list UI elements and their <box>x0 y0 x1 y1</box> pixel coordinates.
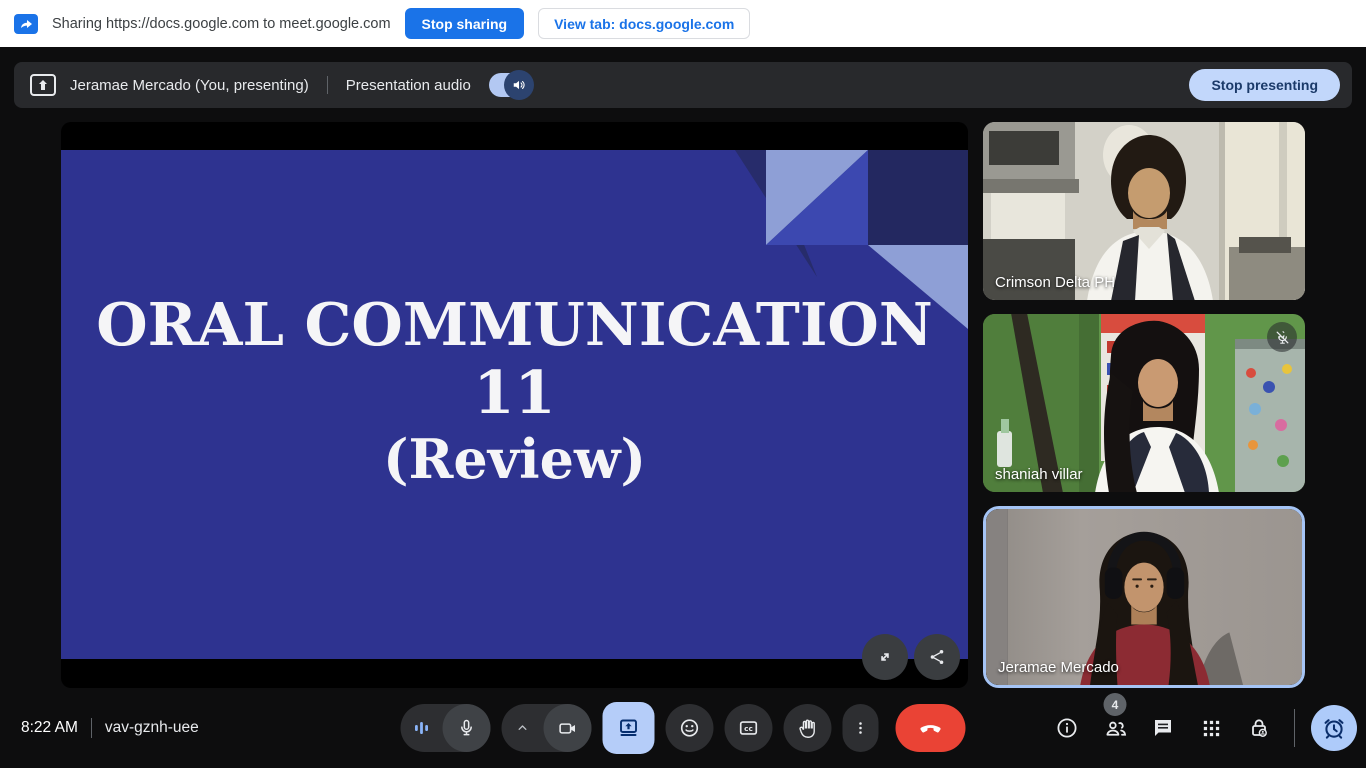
alarm-clock-icon <box>1321 715 1347 741</box>
raised-hand-icon <box>797 718 818 739</box>
mic-off-icon <box>1274 329 1291 346</box>
people-panel-button[interactable]: 4 <box>1096 708 1134 748</box>
participant-tile-crimson[interactable]: Crimson Delta PH <box>983 122 1305 300</box>
camera-button[interactable] <box>502 704 592 752</box>
chat-icon <box>1151 716 1175 740</box>
more-options-button[interactable] <box>843 704 879 752</box>
host-controls-button[interactable] <box>1240 708 1278 748</box>
shared-screen-stage: ORAL COMMUNICATION 11 (Review) <box>61 122 968 688</box>
mic-icon <box>457 718 477 738</box>
share-arrow-icon <box>18 17 34 30</box>
participant-name: Jeramae Mercado <box>998 659 1119 676</box>
lock-person-icon <box>1247 716 1271 740</box>
smiley-icon <box>679 717 701 739</box>
clock-time: 8:22 AM <box>21 719 78 737</box>
meeting-details-button[interactable] <box>1048 708 1086 748</box>
sharing-message: Sharing https://docs.google.com to meet.… <box>52 16 391 32</box>
microphone-button[interactable] <box>401 704 491 752</box>
present-screen-icon <box>617 716 641 740</box>
presenting-header: Jeramae Mercado (You, presenting) Presen… <box>14 62 1352 108</box>
activities-button[interactable] <box>1192 708 1230 748</box>
tab-sharing-bar: Sharing https://docs.google.com to meet.… <box>0 0 1366 47</box>
svg-text:cc: cc <box>744 724 753 733</box>
presentation-audio-toggle[interactable] <box>489 73 533 97</box>
chat-panel-button[interactable] <box>1144 708 1182 748</box>
muted-indicator <box>1267 322 1297 352</box>
captions-button[interactable]: cc <box>725 704 773 752</box>
presenter-label: Jeramae Mercado (You, presenting) <box>70 77 309 94</box>
panel-divider <box>1294 709 1295 747</box>
speaker-icon <box>512 78 526 92</box>
chevron-up-icon <box>515 720 531 736</box>
raise-hand-button[interactable] <box>784 704 832 752</box>
camera-options[interactable] <box>502 704 544 752</box>
participant-tile-shaniah[interactable]: shaniah villar <box>983 314 1305 492</box>
participant-count-badge: 4 <box>1104 693 1127 716</box>
expand-icon <box>875 647 895 667</box>
up-arrow-icon <box>37 79 49 91</box>
participant-name: shaniah villar <box>995 466 1083 483</box>
info-divider <box>91 718 92 738</box>
meeting-control-bar: 8:22 AM vav-gznh-uee <box>0 688 1366 768</box>
people-icon <box>1103 716 1128 741</box>
header-divider <box>327 76 328 94</box>
stop-presenting-button[interactable]: Stop presenting <box>1189 69 1340 101</box>
more-vertical-icon <box>852 719 870 737</box>
apps-grid-icon <box>1200 717 1223 740</box>
call-end-icon <box>918 715 944 741</box>
meeting-panels: 4 <box>1048 688 1357 768</box>
share-presentation-button[interactable] <box>914 634 960 680</box>
info-icon <box>1055 716 1079 740</box>
reactions-button[interactable] <box>666 704 714 752</box>
meeting-info: 8:22 AM vav-gznh-uee <box>21 688 199 768</box>
presentation-slide: ORAL COMMUNICATION 11 (Review) <box>61 150 968 659</box>
tab-share-icon <box>14 14 38 34</box>
participant-tile-jeramae[interactable]: Jeramae Mercado <box>983 506 1305 688</box>
google-meet-window: Sharing https://docs.google.com to meet.… <box>0 0 1366 768</box>
audio-level-indicator <box>401 704 443 752</box>
present-icon <box>30 74 56 96</box>
captions-icon: cc <box>738 717 760 739</box>
meeting-code: vav-gznh-uee <box>105 719 199 737</box>
stop-sharing-button[interactable]: Stop sharing <box>405 8 525 39</box>
slide-title-line2: (Review) <box>383 427 646 492</box>
view-tab-button[interactable]: View tab: docs.google.com <box>538 8 750 39</box>
mic-toggle[interactable] <box>443 704 491 752</box>
toggle-thumb <box>504 70 534 100</box>
videocam-icon <box>557 718 578 739</box>
expand-presentation-button[interactable] <box>862 634 908 680</box>
share-icon <box>928 648 946 666</box>
slide-title-line1: ORAL COMMUNICATION 11 <box>61 291 968 427</box>
participant-strip: Crimson Delta PH <box>983 122 1305 688</box>
participant-name: Crimson Delta PH <box>995 274 1115 291</box>
camera-toggle[interactable] <box>544 704 592 752</box>
call-controls: cc <box>401 688 966 768</box>
slide-action-buttons <box>862 634 960 680</box>
presentation-audio-label: Presentation audio <box>346 77 471 94</box>
timer-tool-button[interactable] <box>1311 705 1357 751</box>
end-call-button[interactable] <box>896 704 966 752</box>
present-now-button[interactable] <box>603 702 655 754</box>
equalizer-icon <box>414 720 430 736</box>
